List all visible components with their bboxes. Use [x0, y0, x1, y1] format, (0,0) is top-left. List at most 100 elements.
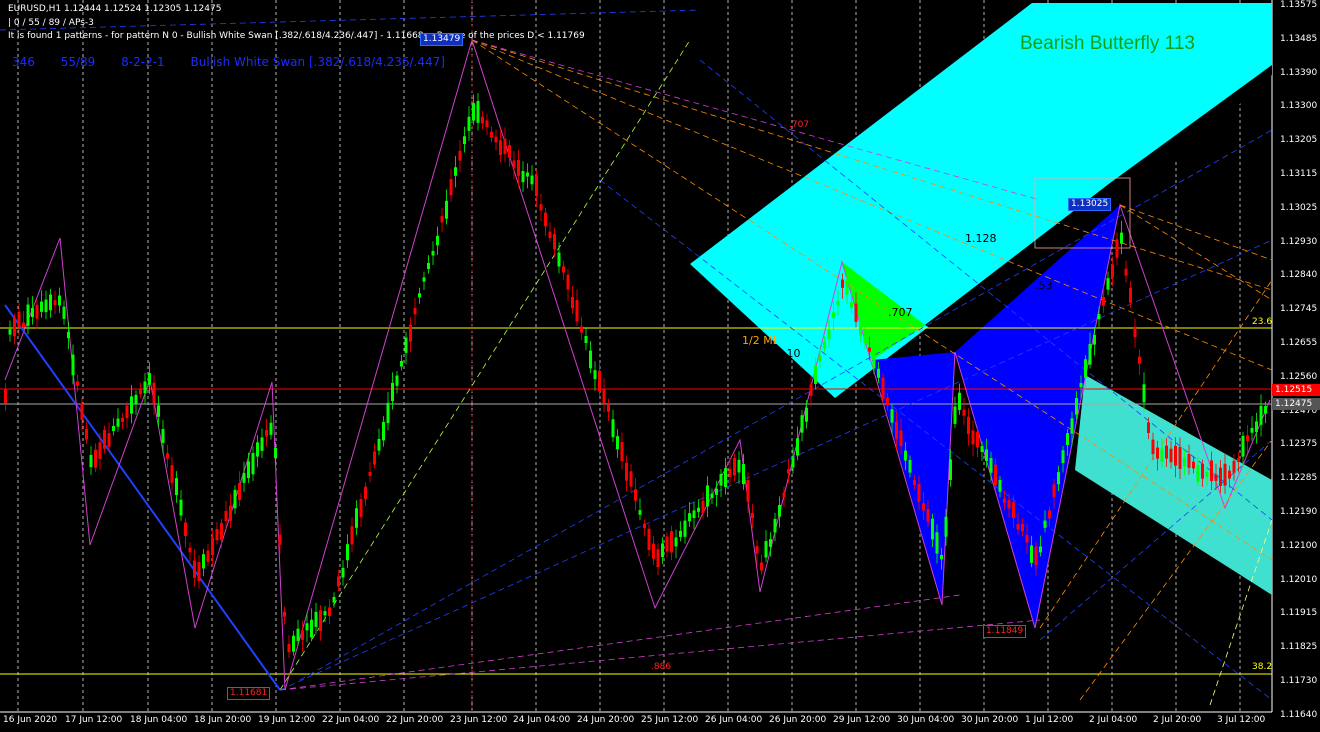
candle-body [1106, 278, 1110, 290]
candle-body [125, 405, 129, 419]
price-axis-label: 1.12100 [1280, 540, 1318, 551]
annotation-7: 38.2 [1252, 662, 1273, 672]
pattern-info-line: 346 55/89 8-2-2-1 Bullish White Swan [.3… [12, 55, 467, 69]
price-axis-label: 1.12190 [1280, 507, 1318, 517]
candle-body [665, 536, 669, 552]
price-axis-label: 1.11640 [1280, 709, 1318, 720]
price-axis-label: 1.11825 [1280, 642, 1318, 653]
time-axis[interactable]: 16 Jun 2020 17 Jun 12:00 18 Jun 04:00 18 Ju… [0, 712, 1272, 732]
candle-body [350, 526, 354, 545]
candle-body [238, 483, 241, 501]
candle-body [850, 302, 853, 309]
candle-body [656, 549, 660, 568]
candle-body [1250, 427, 1254, 433]
candle-body [1246, 435, 1249, 442]
candle-body [674, 537, 678, 547]
candle-body [1115, 239, 1119, 258]
candle-body [1030, 545, 1033, 563]
candle-body [566, 274, 570, 290]
candle-body [557, 252, 561, 267]
candle-body [121, 417, 124, 422]
price-axis-label: 1.12930 [1280, 236, 1318, 247]
candle-body [755, 546, 759, 554]
candle-body [877, 368, 880, 378]
price-axis-label: 1.13115 [1280, 169, 1318, 179]
candle-body [346, 544, 349, 561]
candle-body [400, 360, 403, 367]
candle-body [139, 388, 142, 395]
candle-body [98, 442, 102, 460]
candle-body [170, 465, 174, 483]
candle-body [602, 389, 606, 404]
candle-body [904, 450, 907, 461]
candle-body [976, 431, 979, 448]
time-axis-label: 25 Jun 12:00 [641, 715, 699, 725]
candle-body [1165, 445, 1168, 459]
candle-body [152, 382, 156, 404]
price-tag-red: 1.12515 [1272, 384, 1320, 396]
candle-body [35, 304, 39, 319]
pattern-info-a: 346 [12, 55, 35, 69]
candle-body [364, 486, 367, 499]
candle-body [287, 643, 291, 653]
candle-body [229, 505, 232, 521]
candle-body [1025, 535, 1029, 543]
candle-body [310, 619, 313, 638]
annotation-9: .707 [789, 120, 810, 130]
candle-body [242, 473, 246, 483]
candle-body [1057, 472, 1060, 485]
candle-body [1048, 510, 1051, 519]
candle-body [931, 518, 934, 540]
candle-body [247, 461, 250, 479]
candle-body [1259, 405, 1263, 425]
candle-body [440, 215, 444, 223]
candle-body [580, 326, 583, 333]
price-chart[interactable] [0, 0, 1320, 732]
time-axis-label: 26 Jun 04:00 [705, 715, 763, 725]
candle-body [413, 307, 417, 315]
candle-body [256, 442, 259, 457]
candle-body [773, 518, 777, 533]
candle-body [31, 307, 34, 318]
candle-body [1138, 356, 1141, 364]
candle-body [967, 416, 970, 435]
candle-body [404, 337, 408, 353]
price-axis-label: 1.13575 [1280, 0, 1318, 10]
annotation-5: .53 [1035, 279, 1053, 292]
candle-body [463, 136, 466, 145]
candle-body [485, 120, 489, 128]
candle-body [71, 354, 75, 376]
candle-body [1219, 467, 1222, 486]
time-axis-label: 18 Jun 20:00 [194, 715, 252, 725]
candle-body [899, 430, 903, 447]
time-axis-label: 1 Jul 12:00 [1025, 715, 1074, 725]
candle-body [341, 567, 345, 578]
time-axis-label: 19 Jun 12:00 [258, 715, 316, 725]
annotation-8: .886 [651, 662, 672, 672]
price-axis-label: 1.12840 [1280, 270, 1318, 281]
time-axis-label: 18 Jun 04:00 [130, 715, 188, 725]
price-axis[interactable]: 1.13575 1.13485 1.13390 1.13300 1.13205 1.131… [1272, 0, 1320, 720]
candle-body [809, 384, 813, 396]
candle-body [184, 522, 187, 537]
candle-body [872, 353, 876, 369]
candle-body [553, 234, 556, 250]
candle-body [319, 610, 322, 632]
candle-body [1084, 359, 1087, 378]
candle-body [517, 159, 520, 176]
candle-body [1043, 520, 1047, 528]
candle-body [328, 607, 331, 617]
candle-body [832, 312, 835, 319]
candle-body [935, 532, 939, 554]
candle-body [269, 422, 273, 435]
candle-body [1241, 435, 1245, 457]
candle-body [917, 484, 921, 502]
candle-body [589, 350, 592, 369]
price-axis-label: 1.11915 [1280, 608, 1318, 619]
candle-body [116, 418, 120, 427]
candle-body [841, 279, 844, 288]
candle-body [949, 459, 952, 480]
candle-body [4, 389, 7, 404]
candle-body [701, 500, 705, 514]
price-axis-label: 1.12745 [1280, 304, 1318, 315]
